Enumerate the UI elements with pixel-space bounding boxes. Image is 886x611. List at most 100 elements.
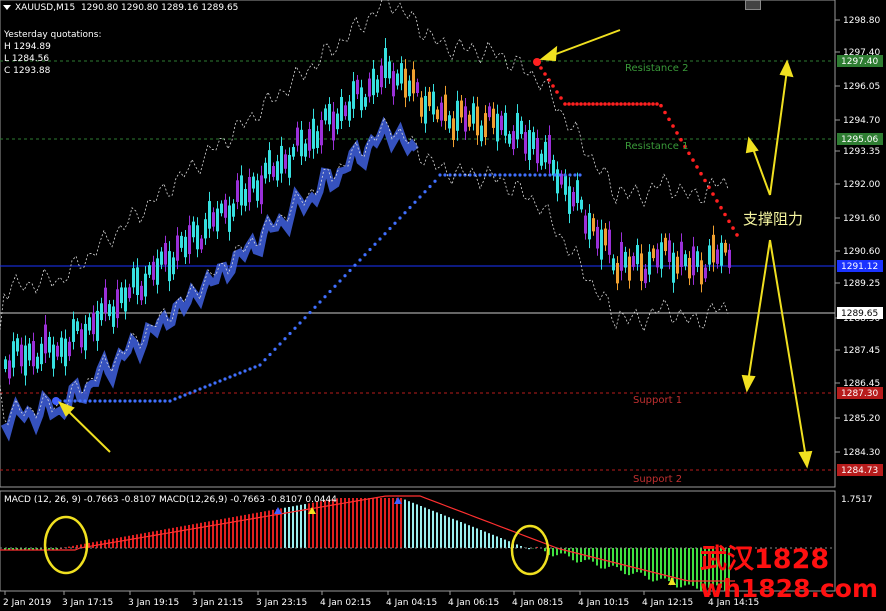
resistance-dot xyxy=(699,171,703,176)
candle-body xyxy=(412,69,415,94)
support-dot xyxy=(93,399,97,403)
macd-bar xyxy=(184,525,186,548)
resistance-dot xyxy=(571,102,575,106)
candle-body xyxy=(204,219,207,239)
resistance-dot xyxy=(543,72,547,76)
candle-body xyxy=(464,106,467,132)
support-dot xyxy=(268,352,272,357)
macd-bar xyxy=(444,515,446,548)
support-dot xyxy=(363,253,367,257)
price-tick-label: 1296.05 xyxy=(843,82,880,92)
macd-bar xyxy=(656,548,658,581)
candle-body xyxy=(148,265,151,275)
support-dot xyxy=(63,399,67,403)
candle-body xyxy=(528,130,531,161)
macd-bar xyxy=(72,545,74,548)
candle-body xyxy=(292,147,295,157)
price-tag-label: 1289.65 xyxy=(841,309,878,319)
macd-bar xyxy=(340,498,342,548)
resistance-dot xyxy=(559,96,563,100)
macd-bar xyxy=(676,548,678,588)
support-dot xyxy=(273,347,277,351)
macd-bar xyxy=(332,499,334,548)
support-dot xyxy=(463,173,467,177)
macd-bar xyxy=(696,548,698,589)
candle-body xyxy=(632,256,635,267)
resistance-dot xyxy=(567,102,571,106)
candle-body xyxy=(116,289,119,319)
support-dot xyxy=(518,173,522,177)
macd-bar xyxy=(604,548,606,569)
support-dot xyxy=(408,205,412,210)
candle-body xyxy=(432,91,435,115)
support-dot xyxy=(228,375,232,379)
support-dot xyxy=(193,389,197,393)
candle-body xyxy=(396,73,399,86)
candle-body xyxy=(188,225,191,255)
candle-body xyxy=(300,129,303,157)
candle-body xyxy=(576,180,579,203)
resistance-dot xyxy=(607,102,611,106)
resistance-dot xyxy=(595,102,599,106)
support-dot xyxy=(233,373,237,377)
price-tag-label: 1291.12 xyxy=(841,262,878,272)
support-dot xyxy=(78,399,82,403)
support-dot xyxy=(288,331,292,336)
resistance-start-point xyxy=(533,58,541,66)
macd-bar xyxy=(392,498,394,548)
macd-bar xyxy=(624,548,626,575)
candle-body xyxy=(588,212,591,240)
chart-canvas[interactable]: Resistance 2 Resistance 1 Support 1 Supp… xyxy=(0,0,886,611)
macd-bar xyxy=(204,522,206,548)
candle-body xyxy=(96,310,99,341)
macd-bar xyxy=(568,548,570,557)
support-dot xyxy=(333,284,337,288)
time-axis: 2 Jan 2019 3 Jan 17:15 3 Jan 19:15 3 Jan 21… xyxy=(3,591,759,608)
resistance2-label: Resistance 2 xyxy=(625,63,688,74)
candle-body xyxy=(376,79,379,93)
support-dot xyxy=(323,295,327,299)
support-dot xyxy=(88,399,92,403)
resistance-dot xyxy=(643,102,647,106)
price-tag-label: 1295.06 xyxy=(841,135,878,145)
candle-body xyxy=(344,105,347,117)
candle-body xyxy=(224,199,227,218)
support-dot xyxy=(103,399,107,403)
candle-body xyxy=(504,112,507,136)
triangle-down-icon[interactable] xyxy=(3,5,11,10)
resistance-dot xyxy=(563,102,567,106)
candle-body xyxy=(4,359,7,369)
candle-body xyxy=(336,113,339,130)
candle-body xyxy=(572,191,575,207)
macd-bar xyxy=(404,499,406,548)
macd-bar xyxy=(368,498,370,548)
macd-bar xyxy=(152,531,154,548)
candle-body xyxy=(256,180,259,201)
macd-bar xyxy=(692,548,694,586)
candle-body xyxy=(460,100,463,118)
support1-label: Support 1 xyxy=(633,395,682,406)
macd-bar xyxy=(688,548,690,585)
candle-body xyxy=(24,345,27,376)
support-dot xyxy=(358,258,362,262)
candle-body xyxy=(708,245,711,265)
macd-bar xyxy=(196,523,198,548)
support-dot xyxy=(98,399,102,403)
support-dot xyxy=(438,173,442,177)
window-button-icon[interactable] xyxy=(745,0,761,10)
candle-body xyxy=(716,249,719,264)
candle-body xyxy=(476,106,479,136)
candle-body xyxy=(540,153,543,166)
candle-body xyxy=(84,323,87,351)
resistance-dot xyxy=(639,102,643,106)
resistance-dot xyxy=(719,205,723,210)
candle-body xyxy=(320,120,323,146)
support-dot xyxy=(413,200,417,204)
macd-bar xyxy=(112,538,114,548)
price-tick-label: 1285.20 xyxy=(843,414,880,424)
macd-top-value: 1.7517 xyxy=(841,495,873,505)
macd-bar xyxy=(148,532,150,548)
support-dot xyxy=(178,395,182,399)
candle-body xyxy=(340,96,343,121)
candle-body xyxy=(168,251,171,282)
